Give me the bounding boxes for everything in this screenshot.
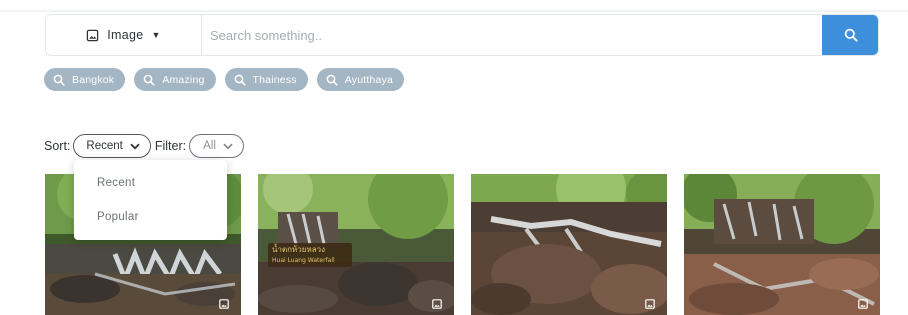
search-bar: Image ▼ — [45, 14, 879, 56]
sign-line-2: Huai Luang Waterfall — [272, 257, 335, 264]
search-icon — [53, 74, 65, 86]
sort-option-popular[interactable]: Popular — [97, 211, 139, 223]
sort-filter-bar: Sort: Recent Filter: All — [44, 134, 244, 158]
search-button[interactable] — [822, 15, 878, 55]
sign-line-1: น้ำตกห้วยหลวง — [272, 245, 326, 254]
gallery-photo[interactable]: น้ำตกห้วยหลวง Huai Luang Waterfall — [258, 174, 454, 315]
tag-label: Ayutthaya — [344, 73, 394, 86]
sort-menu: Recent Popular — [74, 160, 227, 240]
sort-dropdown[interactable]: Recent — [73, 134, 151, 158]
sort-option-recent[interactable]: Recent — [97, 177, 135, 189]
filter-label: Filter: — [154, 139, 187, 153]
sort-label: Sort: — [44, 139, 71, 153]
filter-dropdown[interactable]: All — [189, 134, 244, 158]
chevron-down-icon — [130, 143, 140, 149]
search-type-select[interactable]: Image ▼ — [46, 15, 202, 55]
chevron-down-icon: ▼ — [151, 30, 161, 40]
tag-label: Thainess — [252, 73, 297, 86]
search-icon — [234, 74, 246, 86]
tag-label: Amazing — [162, 73, 205, 86]
chevron-down-icon — [223, 143, 233, 149]
image-icon — [858, 299, 868, 309]
search-input[interactable] — [202, 15, 878, 55]
gallery-photo[interactable] — [684, 174, 880, 315]
image-icon — [645, 299, 655, 309]
search-icon — [326, 74, 338, 86]
search-icon — [844, 28, 858, 42]
page: Image ▼ Bangkok Amazing Thainess Ayuttha… — [0, 0, 908, 315]
tag-thainess[interactable]: Thainess — [224, 68, 308, 91]
top-divider — [0, 10, 908, 12]
tag-bangkok[interactable]: Bangkok — [44, 68, 126, 91]
sort-value: Recent — [86, 140, 123, 152]
image-icon — [219, 299, 229, 309]
tag-amazing[interactable]: Amazing — [134, 68, 216, 91]
image-icon — [87, 29, 99, 41]
gallery-photo[interactable] — [471, 174, 667, 315]
image-icon — [432, 299, 442, 309]
search-icon — [143, 74, 155, 86]
waterfall-photo — [684, 174, 880, 315]
tag-ayutthaya[interactable]: Ayutthaya — [316, 68, 405, 91]
filter-value: All — [203, 140, 216, 152]
waterfall-photo — [471, 174, 667, 315]
tag-label: Bangkok — [72, 73, 115, 86]
search-type-label: Image — [107, 28, 144, 42]
waterfall-sign: น้ำตกห้วยหลวง Huai Luang Waterfall — [268, 243, 352, 267]
suggested-tags: Bangkok Amazing Thainess Ayutthaya — [44, 68, 405, 91]
